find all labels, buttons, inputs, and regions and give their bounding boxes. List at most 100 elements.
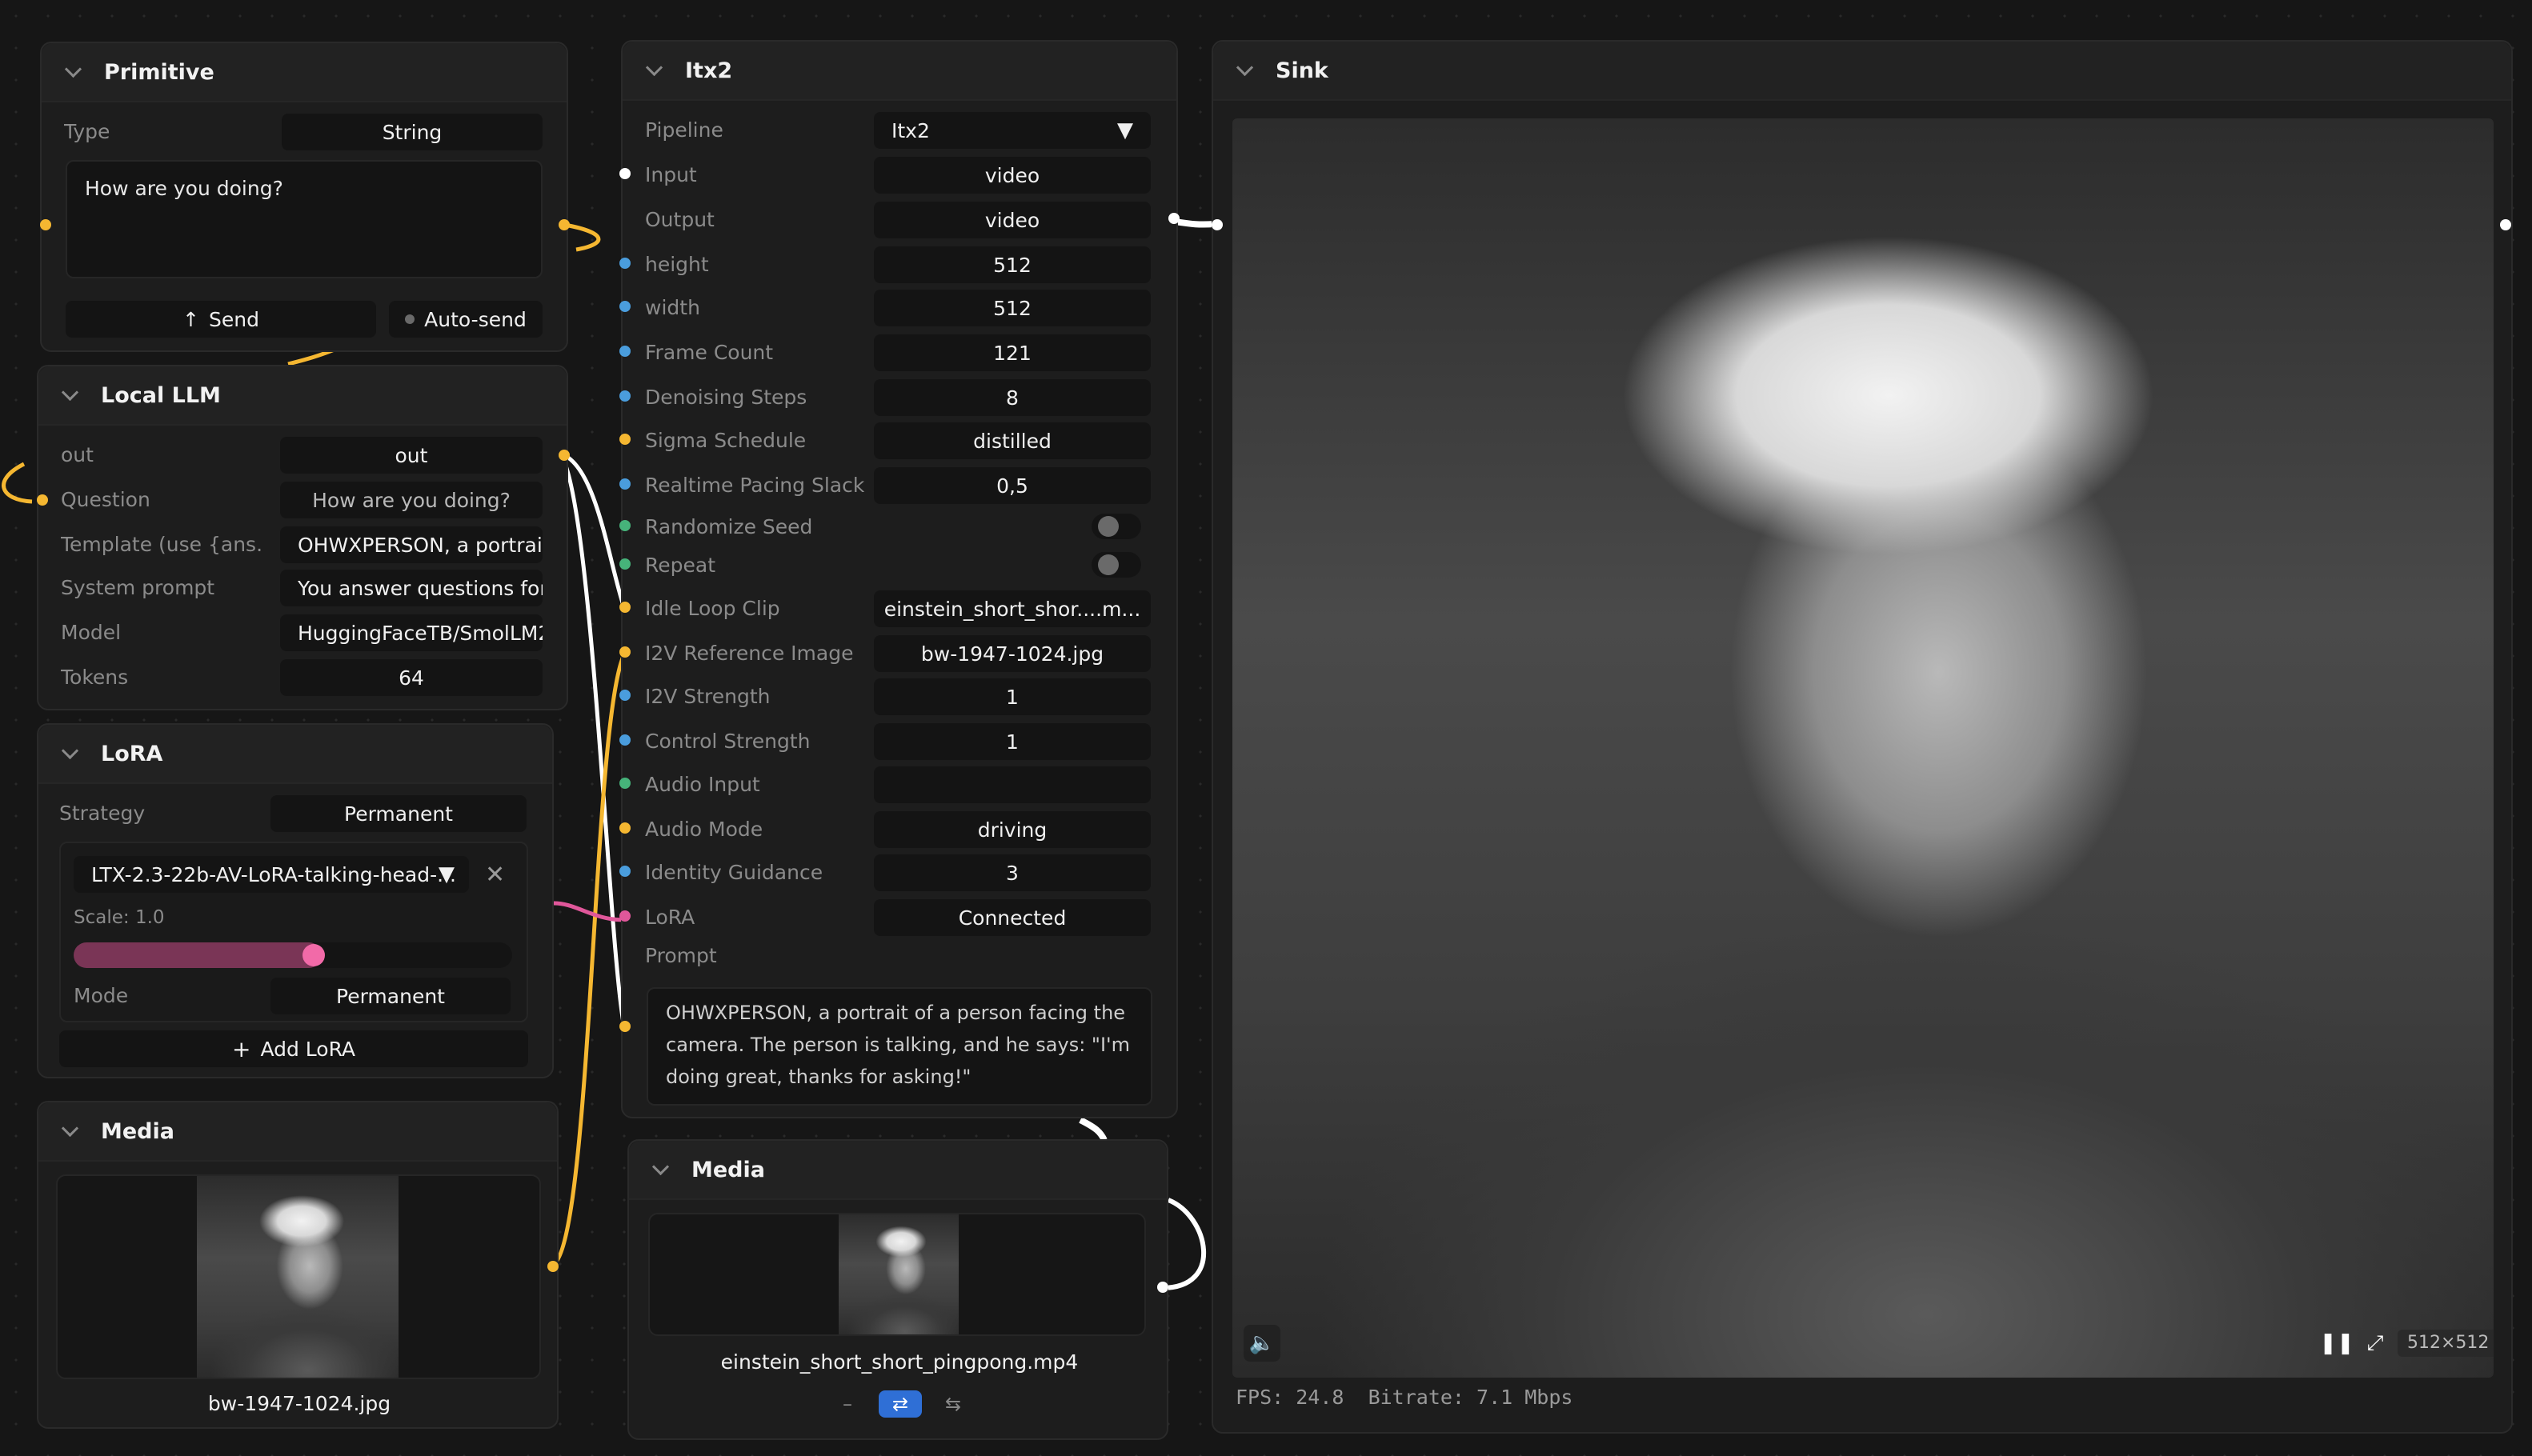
add-lora-button[interactable]: + Add LoRA — [59, 1030, 528, 1067]
sigma-schedule-port[interactable] — [619, 434, 631, 445]
sigma-schedule-value[interactable]: distilled — [874, 422, 1151, 459]
idle-loop-clip-value[interactable]: einstein_short_shor....m... — [874, 590, 1151, 627]
primitive-node-header[interactable]: Primitive — [42, 43, 567, 102]
lora-strategy-value[interactable]: Permanent — [270, 795, 527, 832]
llm-question-input-port[interactable] — [37, 494, 48, 506]
frame-count-value[interactable]: 121 — [874, 334, 1151, 371]
itx2-node[interactable]: Itx2 Pipeline Itx2 ▼ Input video Output … — [621, 40, 1178, 1118]
auto-send-label: Auto-send — [424, 307, 527, 331]
lora-scale-slider[interactable] — [74, 942, 512, 968]
primitive-node[interactable]: Primitive Type String How are you doing?… — [40, 42, 568, 352]
randomize-seed-port[interactable] — [619, 520, 631, 531]
i2v-reference-image-value[interactable]: bw-1947-1024.jpg — [874, 635, 1151, 672]
llm-system-prompt-value[interactable]: You answer questions for — [280, 570, 543, 606]
media-image-node[interactable]: Media bw-1947-1024.jpg — [37, 1101, 559, 1429]
randomize-seed-toggle[interactable] — [1092, 514, 1141, 539]
send-button[interactable]: ↑ Send — [66, 301, 376, 338]
identity-guidance-port[interactable] — [619, 866, 631, 877]
realtime-pacing-slack-value[interactable]: 0,5 — [874, 467, 1151, 504]
plus-icon: + — [231, 1035, 251, 1062]
lora-input-value[interactable]: Connected — [874, 899, 1151, 936]
output-port[interactable] — [1168, 213, 1180, 224]
local-llm-node[interactable]: Local LLM out out Question How are you d… — [37, 365, 568, 710]
identity-guidance-value[interactable]: 3 — [874, 854, 1151, 891]
lora-node[interactable]: LoRA Strategy Permanent LTX-2.3-22b-AV-L… — [37, 723, 554, 1078]
sink-video-preview[interactable]: 🔈 ❚❚ ⤢ 512×512 — [1232, 118, 2494, 1378]
lora-select[interactable]: LTX-2.3-22b-AV-LoRA-talking-head-... ▼ — [74, 856, 469, 893]
lora-node-header[interactable]: LoRA — [38, 725, 552, 784]
control-strength-value[interactable]: 1 — [874, 723, 1151, 760]
chevron-down-icon[interactable] — [61, 745, 78, 762]
i2v-strength-port[interactable] — [619, 690, 631, 701]
media-video-preview[interactable] — [648, 1213, 1146, 1336]
lora-scale-slider-handle[interactable] — [302, 944, 325, 966]
audio-input-value[interactable] — [874, 766, 1151, 803]
width-value[interactable]: 512 — [874, 290, 1151, 326]
i2v-strength-value[interactable]: 1 — [874, 678, 1151, 715]
audio-mode-port[interactable] — [619, 822, 631, 834]
width-port[interactable] — [619, 301, 631, 312]
control-strength-port[interactable] — [619, 734, 631, 746]
chevron-down-icon[interactable] — [61, 1122, 78, 1140]
media-image-node-title: Media — [101, 1118, 174, 1144]
llm-out-value[interactable]: out — [280, 437, 543, 474]
realtime-pacing-slack-port[interactable] — [619, 478, 631, 490]
dropdown-triangle-icon: ▼ — [439, 862, 455, 886]
media-video-node[interactable]: Media einstein_short_short_pingpong.mp4 … — [627, 1139, 1168, 1440]
lora-mode-value[interactable]: Permanent — [270, 978, 511, 1014]
auto-send-button[interactable]: Auto-send — [389, 301, 543, 338]
chevron-down-icon[interactable] — [651, 1161, 669, 1178]
sink-input-port[interactable] — [1212, 219, 1223, 230]
height-port[interactable] — [619, 258, 631, 269]
primitive-text-input[interactable]: How are you doing? — [66, 160, 543, 278]
lora-entry-card: LTX-2.3-22b-AV-LoRA-talking-head-... ▼ ✕… — [59, 842, 528, 1022]
sink-node-header[interactable]: Sink — [1213, 42, 2511, 101]
close-icon[interactable]: ✕ — [485, 861, 505, 889]
media-image-output-port[interactable] — [547, 1261, 559, 1272]
llm-template-value[interactable]: OHWXPERSON, a portrait o — [280, 526, 543, 563]
itx2-node-header[interactable]: Itx2 — [623, 42, 1176, 101]
lora-port[interactable] — [619, 910, 631, 922]
audio-mode-value[interactable]: driving — [874, 811, 1151, 848]
chevron-down-icon[interactable] — [645, 62, 663, 79]
loop-icon[interactable]: ⇄ — [879, 1390, 922, 1418]
height-value[interactable]: 512 — [874, 246, 1151, 283]
sink-output-port[interactable] — [2500, 219, 2511, 230]
width-label: width — [645, 296, 700, 319]
type-value[interactable]: String — [282, 114, 543, 150]
pause-icon[interactable]: ❚❚ — [2319, 1325, 2354, 1362]
prompt-input[interactable]: OHWXPERSON, a portrait of a person facin… — [647, 987, 1152, 1106]
primitive-input-port[interactable] — [40, 219, 51, 230]
denoising-steps-value[interactable]: 8 — [874, 379, 1151, 416]
llm-model-value[interactable]: HuggingFaceTB/SmolLM2 — [280, 614, 543, 651]
media-video-node-header[interactable]: Media — [629, 1141, 1167, 1200]
media-video-output-port[interactable] — [1157, 1282, 1168, 1293]
audio-input-port[interactable] — [619, 778, 631, 789]
pingpong-icon[interactable]: ⇆ — [931, 1390, 975, 1418]
minus-icon[interactable]: – — [826, 1390, 869, 1418]
input-value[interactable]: video — [874, 157, 1151, 194]
input-port[interactable] — [619, 168, 631, 179]
fullscreen-icon[interactable]: ⤢ — [2359, 1325, 2391, 1362]
idle-loop-clip-port[interactable] — [619, 602, 631, 613]
repeat-port[interactable] — [619, 558, 631, 570]
llm-question-value[interactable]: How are you doing? — [280, 482, 543, 518]
pipeline-select[interactable]: Itx2 ▼ — [874, 112, 1151, 149]
denoising-steps-port[interactable] — [619, 390, 631, 402]
llm-tokens-value[interactable]: 64 — [280, 659, 543, 696]
sink-node[interactable]: Sink 🔈 ❚❚ ⤢ 512×512 FPS: 24.8 Bitrate: 7… — [1212, 40, 2513, 1434]
chevron-down-icon[interactable] — [1236, 62, 1253, 79]
local-llm-node-header[interactable]: Local LLM — [38, 366, 567, 426]
media-image-node-header[interactable]: Media — [38, 1102, 557, 1162]
volume-icon[interactable]: 🔈 — [1244, 1325, 1280, 1362]
i2v-reference-image-port[interactable] — [619, 646, 631, 658]
chevron-down-icon[interactable] — [61, 386, 78, 404]
repeat-toggle[interactable] — [1092, 552, 1141, 578]
media-image-preview[interactable] — [56, 1174, 541, 1379]
prompt-port[interactable] — [619, 1021, 631, 1032]
output-value[interactable]: video — [874, 202, 1151, 238]
primitive-output-port[interactable] — [559, 219, 570, 230]
llm-out-port[interactable] — [559, 450, 570, 461]
frame-count-port[interactable] — [619, 346, 631, 357]
chevron-down-icon[interactable] — [64, 63, 82, 81]
